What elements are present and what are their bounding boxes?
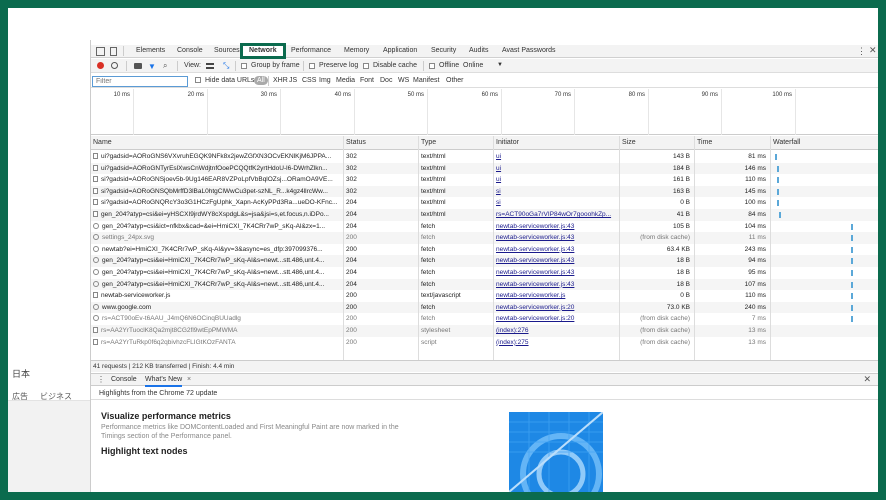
- screenshot-frame: [0, 0, 886, 500]
